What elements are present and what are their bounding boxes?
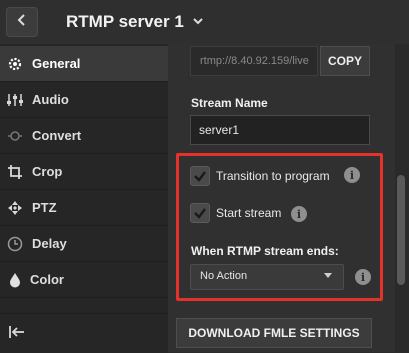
sidebar-item-delay[interactable]: Delay xyxy=(0,226,168,262)
highlight-box xyxy=(176,153,383,301)
sidebar-item-label: Delay xyxy=(32,236,67,251)
sidebar-item-general[interactable]: General xyxy=(0,46,168,82)
collapse-left-icon[interactable] xyxy=(8,323,26,341)
sidebar-item-convert[interactable]: Convert xyxy=(0,118,168,154)
download-fmle-settings-button[interactable]: DOWNLOAD FMLE SETTINGS xyxy=(176,318,372,348)
page-title[interactable]: RTMP server 1 xyxy=(66,12,184,32)
sidebar-item-ptz[interactable]: PTZ xyxy=(0,190,168,226)
sidebar-item-audio[interactable]: Audio xyxy=(0,82,168,118)
back-button[interactable] xyxy=(6,7,38,37)
stream-name-label: Stream Name xyxy=(191,96,268,110)
sidebar-item-label: Audio xyxy=(32,92,69,107)
sidebar-item-label: Crop xyxy=(32,164,63,179)
mixer-sliders-icon xyxy=(6,91,24,109)
droplet-icon xyxy=(6,271,24,289)
chevron-down-icon[interactable] xyxy=(192,14,206,28)
sidebar-item-crop[interactable]: Crop xyxy=(0,154,168,190)
sidebar: General Audio Convert Crop PTZ Delay Col… xyxy=(0,44,168,352)
gear-icon xyxy=(6,55,24,73)
copy-button[interactable]: COPY xyxy=(320,46,370,76)
convert-icon xyxy=(6,127,24,145)
sidebar-item-label: PTZ xyxy=(32,200,57,215)
sidebar-item-label: General xyxy=(32,56,81,71)
crop-icon xyxy=(6,163,24,181)
sidebar-item-label: Convert xyxy=(32,128,82,143)
sidebar-item-color[interactable]: Color xyxy=(0,262,168,298)
clock-icon xyxy=(6,235,24,253)
ptz-icon xyxy=(6,199,24,217)
stream-name-input[interactable]: server1 xyxy=(190,115,370,145)
sidebar-item-label: Color xyxy=(30,272,64,287)
scrollbar-thumb[interactable] xyxy=(397,175,405,285)
chevron-left-icon xyxy=(17,13,27,31)
rtmp-url-field[interactable]: rtmp://8.40.92.159/live xyxy=(190,46,318,76)
